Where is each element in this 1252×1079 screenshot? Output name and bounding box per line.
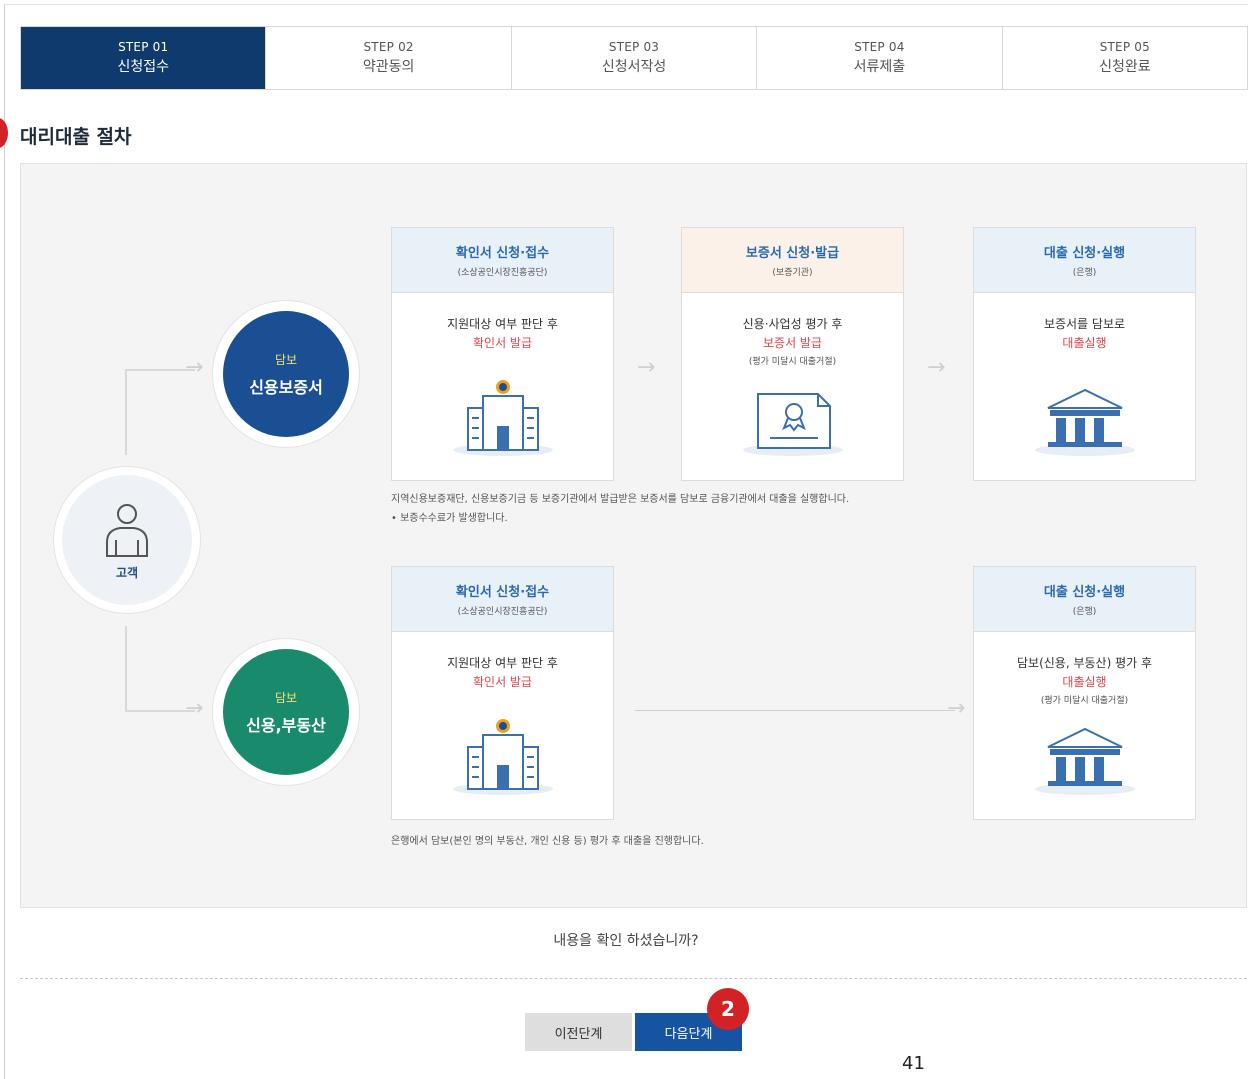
connector-line [635,710,955,711]
card-header: 보증서 신청·발급 (보증기관) [682,228,903,293]
card-title: 보증서 신청·발급 [745,246,840,261]
step-4: STEP 04 서류제출 [756,27,1001,89]
step-label: 서류제출 [853,59,906,75]
step-label: 신청서작성 [601,59,667,75]
arrow-right-icon: → [185,355,204,380]
route2-description: 은행에서 담보(본인 명의 부동산, 개인 신용 등) 평가 후 대출을 진행합… [391,836,704,847]
arrow-right-icon: → [947,696,966,721]
step-number: STEP 02 [363,40,414,54]
card-highlight: 보증서 발급 [762,336,822,350]
procedure-diagram: → → 고객 담보 신용보증서 담보 신용,부동산 확인서 신청·접수 (소상공… [20,163,1247,908]
arrow-right-icon: → [927,355,946,380]
step-label: 신청접수 [117,59,169,75]
route1-card-loan: 대출 신청·실행 (은행) 보증서를 담보로 대출실행 [973,227,1196,481]
card-subtitle: (은행) [1072,268,1097,278]
page-number: 41 [902,1053,925,1074]
card-body: 신용·사업성 평가 후 보증서 발급 (평가 미달시 대출거절) [682,293,903,367]
route2-title: 신용,부동산 [246,715,326,735]
card-highlight: 대출실행 [1062,336,1107,350]
route2-card-confirmation: 확인서 신청·접수 (소상공인시장진흥공단) 지원대상 여부 판단 후 확인서 … [391,566,614,820]
card-note: (평가 미달시 대출거절) [748,357,837,367]
step-2: STEP 02 약관동의 [265,27,510,89]
step-progress-bar: STEP 01 신청접수 STEP 02 약관동의 STEP 03 신청서작성 … [20,26,1248,90]
step-number: STEP 03 [608,40,660,54]
route1-title: 신용보증서 [249,377,323,397]
route1-node: 담보 신용보증서 [213,301,359,447]
card-title: 확인서 신청·접수 [455,585,550,600]
card-subtitle: (소상공인시장진흥공단) [457,607,548,617]
card-body: 보증서를 담보로 대출실행 [974,293,1195,351]
card-header: 대출 신청·실행 (은행) [974,567,1195,632]
card-text: 지원대상 여부 판단 후 [447,317,558,331]
route2-card-loan: 대출 신청·실행 (은행) 담보(신용, 부동산) 평가 후 대출실행 (평가 … [973,566,1196,820]
step-number: STEP 01 [118,40,169,54]
route2-node: 담보 신용,부동산 [213,639,359,785]
route1-circle: 담보 신용보증서 [223,311,349,437]
bank-icon [1034,388,1135,456]
previous-step-button[interactable]: 이전단계 [525,1013,632,1051]
card-title: 대출 신청·실행 [1043,585,1126,600]
connector-line [125,369,127,455]
step-1: STEP 01 신청접수 [21,27,266,89]
card-body: 지원대상 여부 판단 후 확인서 발급 [392,293,613,351]
card-highlight: 확인서 발급 [472,675,532,689]
customer-circle: 고객 [62,475,192,605]
route1-description: 지역신용보증재단, 신용보증기금 등 보증기관에서 발급받은 보증서를 담보로 … [391,494,850,505]
step-label: 신청완료 [1099,59,1151,75]
card-highlight: 확인서 발급 [472,336,532,350]
page-title: 대리대출 절차 [20,126,132,148]
card-body: 지원대상 여부 판단 후 확인서 발급 [392,632,613,690]
certificate-icon [742,393,843,456]
card-body: 담보(신용, 부동산) 평가 후 대출실행 (평가 미달시 대출거절) [974,632,1195,706]
card-text: 지원대상 여부 판단 후 [447,656,558,670]
card-note: (평가 미달시 대출거절) [1040,696,1129,706]
building-icon [452,380,553,456]
route1-card-guarantee: 보증서 신청·발급 (보증기관) 신용·사업성 평가 후 보증서 발급 (평가 … [681,227,904,481]
step-number: STEP 04 [854,40,905,54]
card-subtitle: (은행) [1072,607,1097,617]
divider [20,978,1247,979]
bank-icon [1034,727,1135,795]
step-5: STEP 05 신청완료 [1001,27,1247,89]
route1-card-confirmation: 확인서 신청·접수 (소상공인시장진흥공단) 지원대상 여부 판단 후 확인서 … [391,227,614,481]
card-header: 확인서 신청·접수 (소상공인시장진흥공단) [392,567,613,632]
arrow-right-icon: → [637,355,656,380]
person-icon [106,503,148,557]
route1-fee-note: • 보증수수료가 발생합니다. [391,513,508,524]
customer-label: 고객 [115,565,139,580]
connector-line [125,626,127,712]
building-icon [452,719,553,795]
customer-node: 고객 [54,467,200,613]
card-title: 확인서 신청·접수 [455,246,550,261]
card-text: 보증서를 담보로 [1043,317,1126,331]
step-number: STEP 05 [1099,40,1150,54]
step-3: STEP 03 신청서작성 [510,27,756,89]
card-highlight: 대출실행 [1062,675,1107,689]
step-label: 약관동의 [362,59,415,75]
annotation-badge: 2 [707,988,749,1030]
collateral-tag: 담보 [274,352,298,367]
arrow-right-icon: → [185,696,204,721]
route2-circle: 담보 신용,부동산 [223,649,349,775]
card-title: 대출 신청·실행 [1043,246,1126,261]
card-subtitle: (보증기관) [772,268,813,278]
card-text: 담보(신용, 부동산) 평가 후 [1016,656,1153,670]
card-header: 대출 신청·실행 (은행) [974,228,1195,293]
card-subtitle: (소상공인시장진흥공단) [457,268,548,278]
card-text: 신용·사업성 평가 후 [742,317,843,331]
collateral-tag: 담보 [274,690,298,705]
card-header: 확인서 신청·접수 (소상공인시장진흥공단) [392,228,613,293]
confirmation-question: 내용을 확인 하셨습니까? [553,933,699,949]
